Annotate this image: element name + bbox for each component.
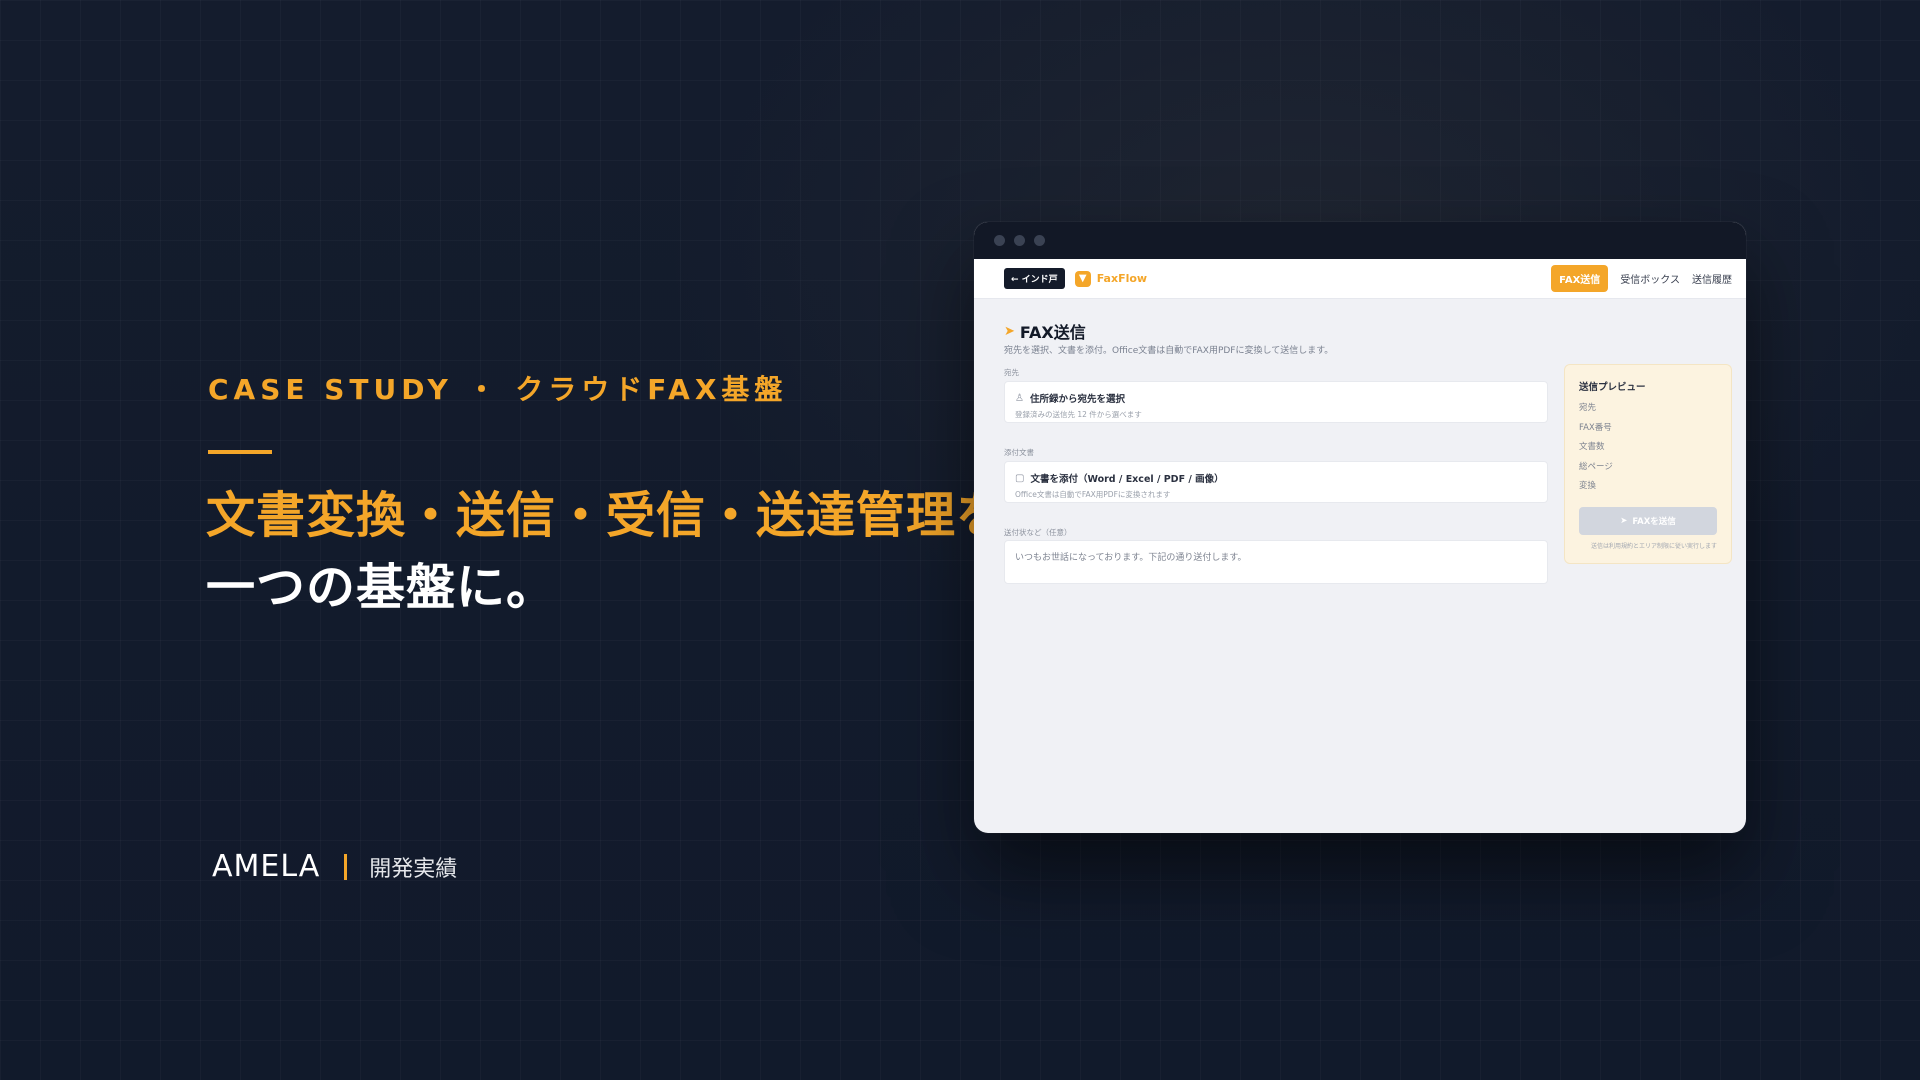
send-fax-button-label: FAXを送信 [1632,516,1676,527]
paper-plane-icon: ➤ [1004,323,1015,339]
browser-chrome [974,222,1746,259]
recipient-label: 宛先 [1004,368,1019,377]
cover-note-textarea[interactable]: いつもお世話になっております。下記の通り送付します。 [1004,540,1548,584]
headline-line-1: 文書変換・送信・受信・送達管理を、 [206,487,1057,544]
brand-subtitle: 開発実績 [369,856,458,882]
app-logo-text: FaxFlow [1096,272,1148,285]
browser-mockup: ← インド戸 ▼ FaxFlow FAX送信 受信ボックス 送信履歴 ➤ FAX… [974,222,1746,833]
recipient-picker-title: 住所録から宛先を選択 [1029,394,1125,405]
back-button[interactable]: ← インド戸 [1004,268,1065,289]
paper-plane-icon: ➤ [1620,515,1628,526]
preview-note: 送信は利用規約とエリア制限に従い実行します [1590,542,1717,550]
preview-row: 宛先 [1579,403,1597,413]
brand-footer: AMELA 開発実績 [212,849,457,884]
page-description: 宛先を選択、文書を添付。Office文書は自動でFAX用PDFに変換して送信しま… [1004,346,1334,356]
window-dot-icon [1034,235,1045,246]
app-main: ➤ FAX送信 宛先を選択、文書を添付。Office文書は自動でFAX用PDFに… [974,299,1746,833]
brand-name: AMELA [212,849,321,884]
send-preview-panel: 送信プレビュー 宛先 FAX番号 文書数 総ページ 変換 ➤ FAXを送信 送信… [1564,364,1732,564]
recipient-picker-subtitle: 登録済みの送信先 12 件から選べます [1015,410,1142,419]
case-study-eyebrow: CASE STUDY ・ クラウドFAX基盤 [208,373,788,406]
cover-note-label: 送付状など（任意） [1004,528,1072,537]
window-dot-icon [1014,235,1025,246]
app-header: ← インド戸 ▼ FaxFlow FAX送信 受信ボックス 送信履歴 [974,259,1746,299]
page-title: ➤ FAX送信 [1004,319,1086,343]
brand-separator [344,853,348,880]
window-dot-icon [994,235,1005,246]
accent-divider [208,450,272,454]
attachment-dropzone[interactable]: ▢ 文書を添付（Word / Excel / PDF / 画像） Office文… [1004,461,1548,503]
faxflow-logo-icon: ▼ [1074,270,1091,287]
preview-row: 文書数 [1579,442,1605,452]
person-icon: ♙ [1015,392,1024,404]
page-title-text: FAX送信 [1019,323,1086,342]
preview-row: 総ページ [1579,461,1613,472]
attachment-subtitle: Office文書は自動でFAX用PDFに変換されます [1015,490,1171,499]
attachment-label: 添付文書 [1004,448,1034,457]
preview-title: 送信プレビュー [1579,382,1646,393]
headline-line-2: 一つの基盤に。 [206,559,557,616]
preview-row: 変換 [1579,481,1597,491]
hero-headline: 文書変換・送信・受信・送達管理を、 一つの基盤に。 [206,480,1056,624]
recipient-picker[interactable]: ♙ 住所録から宛先を選択 登録済みの送信先 12 件から選べます [1004,381,1548,423]
document-icon: ▢ [1015,472,1025,484]
tab-inbox[interactable]: 受信ボックス [1620,271,1680,286]
tab-fax-send[interactable]: FAX送信 [1551,265,1609,292]
send-fax-button[interactable]: ➤ FAXを送信 [1579,506,1717,535]
preview-row: FAX番号 [1579,422,1612,433]
attachment-title: 文書を添付（Word / Excel / PDF / 画像） [1030,474,1224,485]
app-nav: FAX送信 受信ボックス 送信履歴 [1551,265,1732,292]
tab-send-history[interactable]: 送信履歴 [1692,271,1732,286]
